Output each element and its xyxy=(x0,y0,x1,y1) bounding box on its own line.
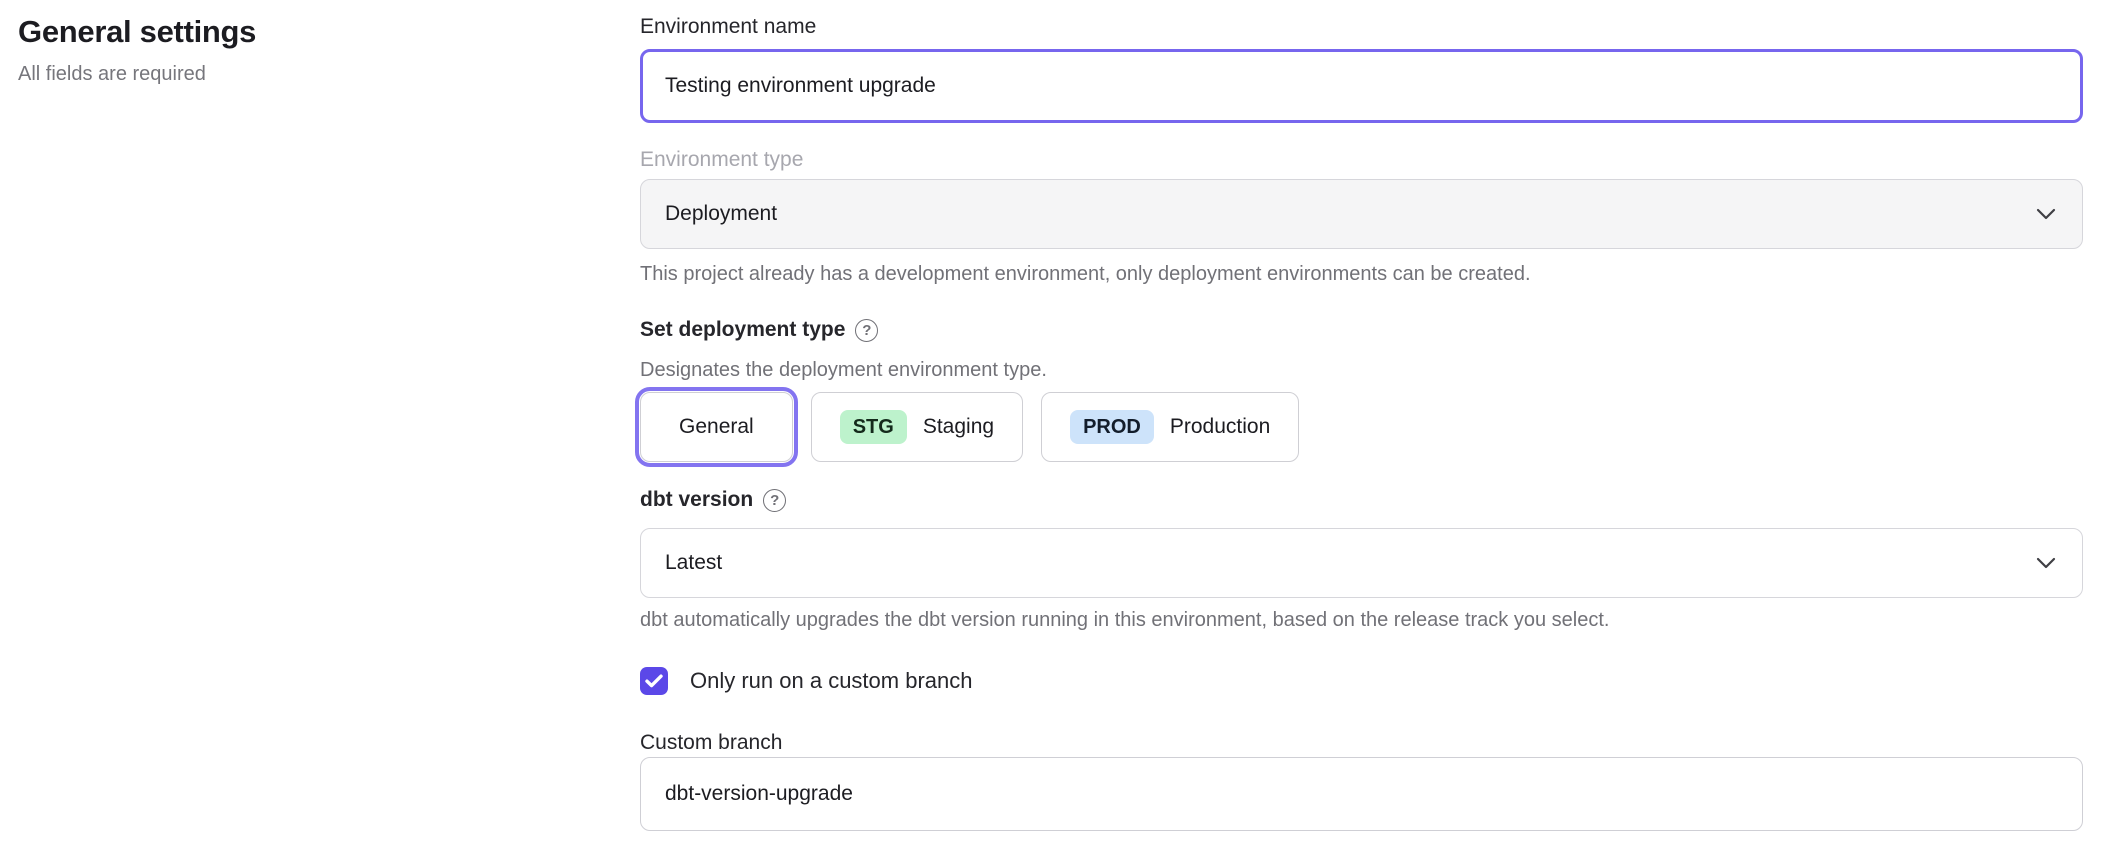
deployment-type-helper: Designates the deployment environment ty… xyxy=(640,356,1047,384)
environment-type-helper: This project already has a development e… xyxy=(640,260,1531,288)
dbt-version-label-row: dbt version ? xyxy=(640,486,786,514)
general-settings-page: General settings All fields are required… xyxy=(0,0,2116,864)
environment-name-label: Environment name xyxy=(640,13,816,41)
dbt-version-label: dbt version xyxy=(640,486,753,514)
help-icon[interactable]: ? xyxy=(855,319,878,342)
deployment-type-label: Set deployment type xyxy=(640,316,845,344)
deployment-type-option-staging[interactable]: STG Staging xyxy=(811,392,1023,462)
production-option-label: Production xyxy=(1170,415,1270,439)
custom-branch-input[interactable] xyxy=(640,757,2083,831)
dbt-version-value: Latest xyxy=(665,551,722,575)
deployment-type-option-general[interactable]: General xyxy=(640,392,793,462)
general-option-label: General xyxy=(679,415,754,439)
stg-badge: STG xyxy=(840,410,907,444)
settings-form: Environment name Environment type Deploy… xyxy=(640,0,2083,864)
page-title: General settings xyxy=(18,14,256,50)
environment-type-label: Environment type xyxy=(640,146,803,174)
deployment-type-options: General STG Staging PROD Production xyxy=(640,392,1299,462)
environment-name-input[interactable] xyxy=(640,49,2083,123)
page-subtitle: All fields are required xyxy=(18,63,206,86)
checkbox-checked[interactable] xyxy=(640,667,668,695)
checkmark-icon xyxy=(645,674,663,688)
deployment-type-label-row: Set deployment type ? xyxy=(640,316,878,344)
chevron-down-icon xyxy=(2036,208,2056,220)
custom-branch-checkbox-label: Only run on a custom branch xyxy=(690,668,972,694)
help-icon[interactable]: ? xyxy=(763,489,786,512)
custom-branch-checkbox[interactable]: Only run on a custom branch xyxy=(640,667,972,695)
dbt-version-select[interactable]: Latest xyxy=(640,528,2083,598)
custom-branch-label: Custom branch xyxy=(640,729,782,757)
staging-option-label: Staging xyxy=(923,415,994,439)
chevron-down-icon xyxy=(2036,557,2056,569)
environment-type-value: Deployment xyxy=(665,202,777,226)
prod-badge: PROD xyxy=(1070,410,1154,444)
dbt-version-helper: dbt automatically upgrades the dbt versi… xyxy=(640,606,1609,634)
environment-type-select[interactable]: Deployment xyxy=(640,179,2083,249)
deployment-type-option-production[interactable]: PROD Production xyxy=(1041,392,1299,462)
